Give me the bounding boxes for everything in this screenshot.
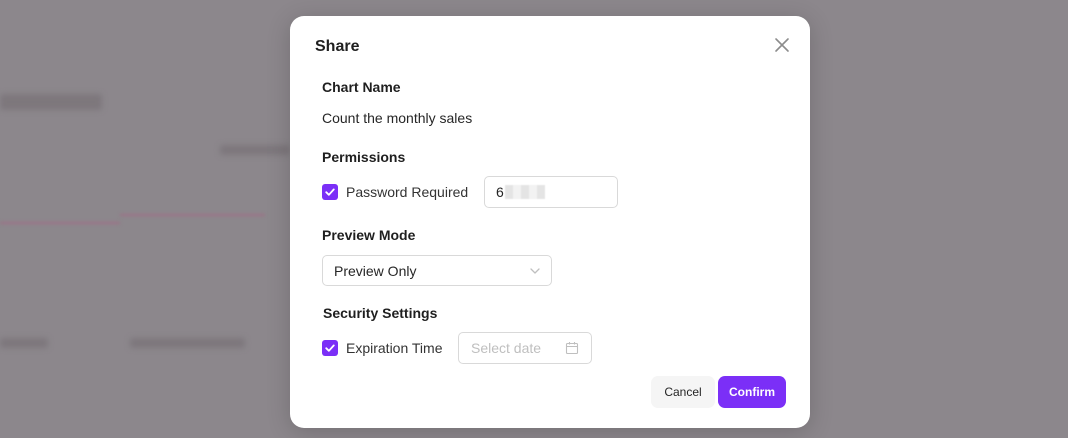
chart-name-value: Count the monthly sales [322, 110, 473, 126]
calendar-icon [565, 342, 579, 355]
chevron-down-icon [530, 268, 540, 274]
expiration-date-picker[interactable]: Select date [458, 332, 592, 364]
permissions-label: Permissions [322, 149, 406, 165]
checkmark-icon [325, 188, 335, 196]
close-button[interactable] [772, 35, 792, 55]
expiration-time-label[interactable]: Expiration Time [346, 340, 442, 356]
password-required-label[interactable]: Password Required [346, 184, 468, 200]
background-title-blur [0, 94, 102, 110]
background-chart-line [0, 222, 120, 224]
dialog-title: Share [315, 38, 360, 55]
password-required-checkbox[interactable] [322, 184, 338, 200]
background-axis-blur [0, 338, 48, 348]
close-icon [775, 38, 789, 52]
chart-name-label: Chart Name [322, 79, 401, 95]
preview-mode-selected: Preview Only [334, 262, 417, 279]
password-value: 6 [496, 184, 504, 200]
preview-mode-select[interactable]: Preview Only [322, 255, 552, 286]
password-input[interactable]: 6 [484, 176, 618, 208]
background-axis-blur [130, 338, 245, 348]
checkmark-icon [325, 344, 335, 352]
preview-mode-label: Preview Mode [322, 227, 416, 243]
confirm-button[interactable]: Confirm [718, 376, 786, 408]
share-dialog: Share Chart Name Count the monthly sales… [290, 16, 810, 428]
cancel-button[interactable]: Cancel [651, 376, 715, 408]
date-placeholder: Select date [471, 340, 542, 356]
background-chart-line [120, 214, 265, 216]
background-legend-blur [220, 145, 290, 155]
masked-password-blur [504, 185, 545, 199]
security-settings-label: Security Settings [323, 305, 438, 321]
expiration-time-checkbox[interactable] [322, 340, 338, 356]
